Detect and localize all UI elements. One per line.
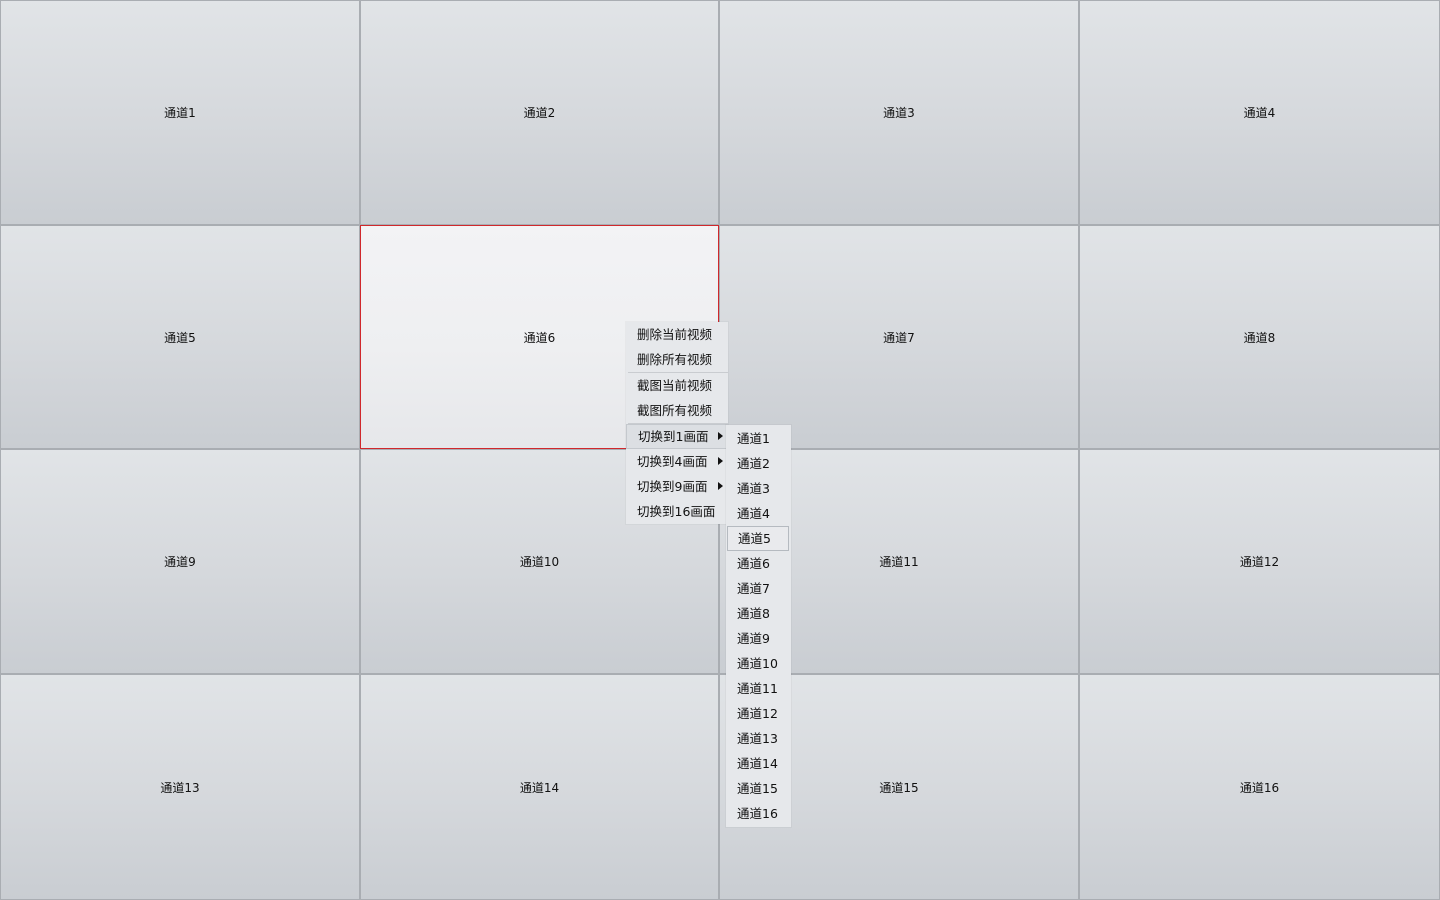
cell-label: 通道2 xyxy=(523,106,556,120)
video-cell-4[interactable]: 通道4 xyxy=(1079,0,1440,225)
cell-label: 通道1 xyxy=(164,106,196,120)
video-cell-13[interactable]: 通道13 xyxy=(0,674,360,900)
menu-item-label: 切换到9画面 xyxy=(637,479,708,494)
cell-label: 通道8 xyxy=(1243,330,1276,345)
menu-item-switch-16[interactable]: 切换到16画面 xyxy=(626,499,728,524)
submenu-item-channel-11[interactable]: 通道11 xyxy=(726,676,791,701)
cell-label: 通道14 xyxy=(519,780,560,795)
submenu-item-channel-14[interactable]: 通道14 xyxy=(726,751,791,776)
submenu-item-channel-5[interactable]: 通道5 xyxy=(727,526,789,551)
triangle-right-icon xyxy=(718,432,723,440)
submenu-item-channel-7[interactable]: 通道7 xyxy=(726,576,791,601)
submenu-item-channel-3[interactable]: 通道3 xyxy=(726,476,791,501)
cell-label: 通道9 xyxy=(164,555,196,569)
video-cell-5[interactable]: 通道5 xyxy=(0,225,360,449)
context-menu: 删除当前视频 删除所有视频 截图当前视频 截图所有视频 切换到1画面 切换到4画… xyxy=(626,322,728,524)
submenu-item-channel-9[interactable]: 通道9 xyxy=(726,626,791,651)
channel-submenu: 通道1 通道2 通道3 通道4 通道5 通道6 通道7 通道8 通道9 通道10… xyxy=(726,425,791,827)
video-cell-1[interactable]: 通道1 xyxy=(0,0,360,225)
cell-label: 通道10 xyxy=(519,555,560,569)
submenu-item-channel-8[interactable]: 通道8 xyxy=(726,601,791,626)
submenu-item-channel-10[interactable]: 通道10 xyxy=(726,651,791,676)
menu-item-snapshot-current[interactable]: 截图当前视频 xyxy=(626,373,728,398)
cell-label: 通道15 xyxy=(879,780,919,795)
cell-label: 通道12 xyxy=(1239,555,1280,569)
video-cell-3[interactable]: 通道3 xyxy=(719,0,1079,225)
menu-item-label: 切换到1画面 xyxy=(638,429,709,444)
video-cell-12[interactable]: 通道12 xyxy=(1079,449,1440,674)
cell-label: 通道16 xyxy=(1239,780,1280,795)
triangle-right-icon xyxy=(718,457,723,465)
menu-item-switch-9[interactable]: 切换到9画面 xyxy=(626,474,728,499)
video-cell-14[interactable]: 通道14 xyxy=(360,674,719,900)
cell-label: 通道4 xyxy=(1243,106,1276,120)
video-cell-8[interactable]: 通道8 xyxy=(1079,225,1440,449)
submenu-item-channel-4[interactable]: 通道4 xyxy=(726,501,791,526)
submenu-item-channel-2[interactable]: 通道2 xyxy=(726,451,791,476)
menu-item-delete-all[interactable]: 删除所有视频 xyxy=(626,347,728,372)
submenu-item-channel-15[interactable]: 通道15 xyxy=(726,776,791,801)
cell-label: 通道11 xyxy=(879,555,919,569)
cell-label: 通道5 xyxy=(164,330,196,345)
cell-label: 通道7 xyxy=(883,330,915,345)
video-cell-2[interactable]: 通道2 xyxy=(360,0,719,225)
cell-label: 通道6 xyxy=(523,330,556,345)
cell-label: 通道13 xyxy=(160,780,200,795)
menu-item-label: 切换到4画面 xyxy=(637,454,708,469)
submenu-item-channel-1[interactable]: 通道1 xyxy=(726,426,791,451)
submenu-item-channel-12[interactable]: 通道12 xyxy=(726,701,791,726)
submenu-item-channel-13[interactable]: 通道13 xyxy=(726,726,791,751)
submenu-item-channel-16[interactable]: 通道16 xyxy=(726,801,791,826)
menu-item-delete-current[interactable]: 删除当前视频 xyxy=(626,322,728,347)
cell-label: 通道3 xyxy=(883,106,915,120)
video-cell-7[interactable]: 通道7 xyxy=(719,225,1079,449)
video-cell-16[interactable]: 通道16 xyxy=(1079,674,1440,900)
submenu-item-channel-6[interactable]: 通道6 xyxy=(726,551,791,576)
menu-item-snapshot-all[interactable]: 截图所有视频 xyxy=(626,398,728,423)
menu-item-switch-1[interactable]: 切换到1画面 xyxy=(626,424,728,449)
triangle-right-icon xyxy=(718,482,723,490)
menu-item-switch-4[interactable]: 切换到4画面 xyxy=(626,449,728,474)
video-cell-9[interactable]: 通道9 xyxy=(0,449,360,674)
